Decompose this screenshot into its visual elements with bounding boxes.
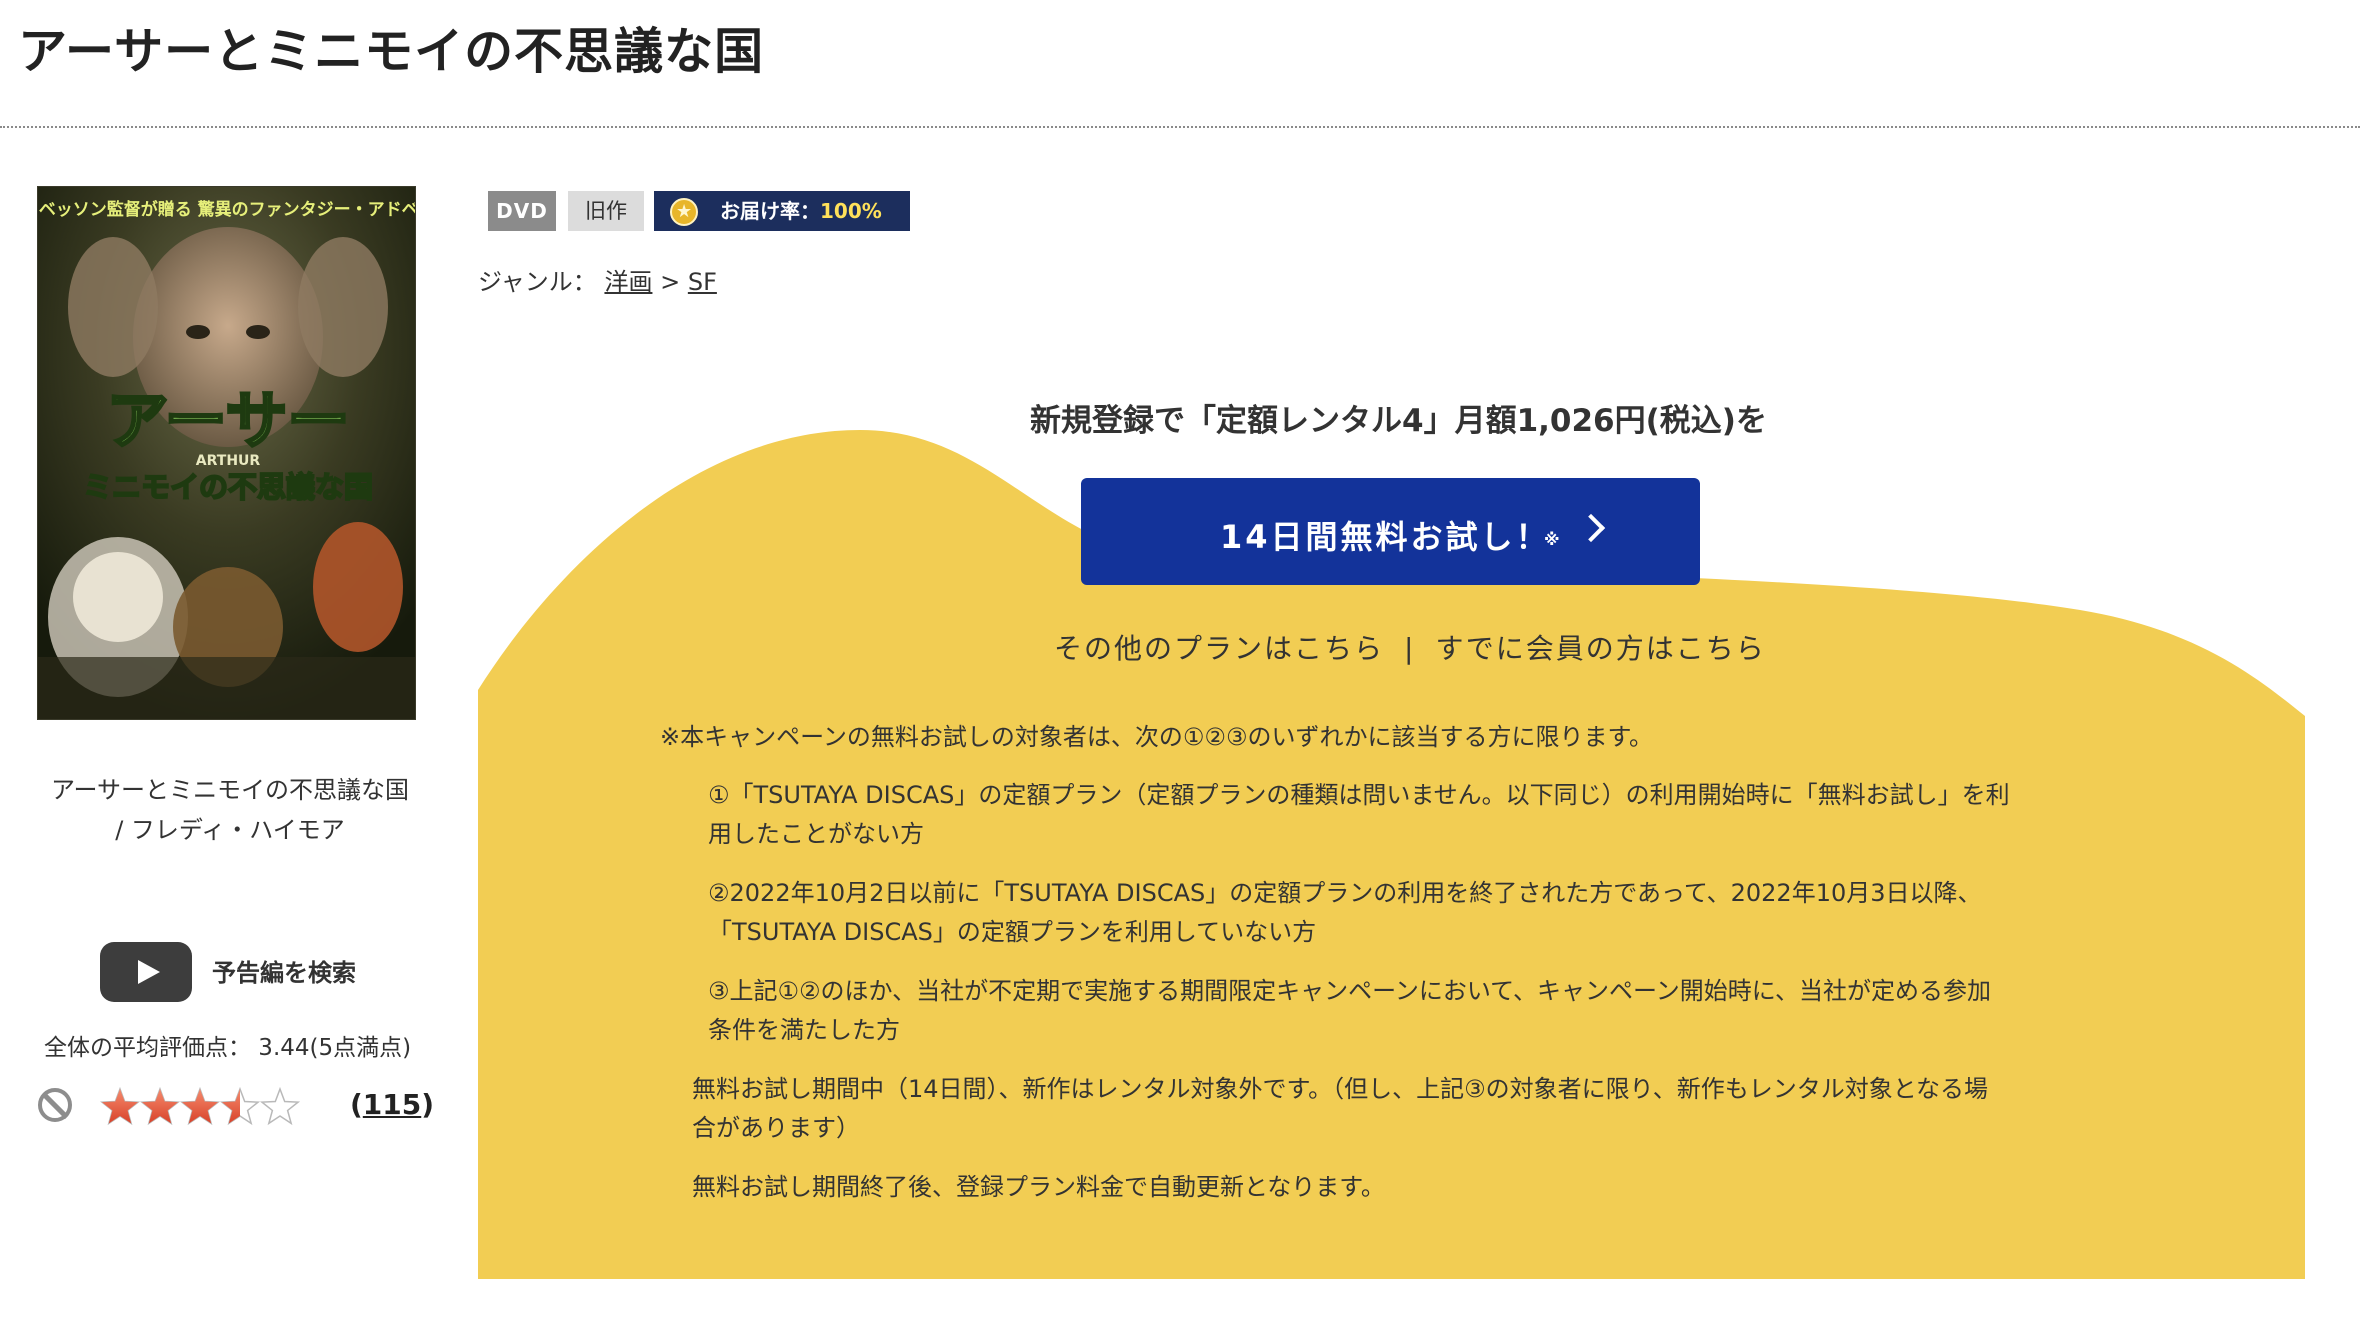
review-count-close: ): [421, 1088, 435, 1121]
page-title: アーサーとミニモイの不思議な国: [18, 23, 765, 80]
genre-link-foreign[interactable]: 洋画: [604, 268, 652, 296]
note-new-release-line2: 合があります）: [692, 1114, 860, 1142]
note-condition-3-line2: 条件を満たした方: [708, 1016, 900, 1044]
note-condition-1-line1: ①「TSUTAYA DISCAS」の定額プラン（定額プランの種類は問いません。以…: [708, 781, 2010, 809]
plan-links: その他のプランはこちら | すでに会員の方はこちら: [1054, 627, 1766, 667]
title-divider: [0, 126, 2360, 128]
format-badge: DVD: [488, 191, 556, 231]
trailer-search-link[interactable]: 予告編を検索: [212, 953, 356, 988]
review-count[interactable]: (115): [350, 1088, 434, 1121]
review-count-open: (: [350, 1088, 363, 1121]
free-trial-label: 14日間無料お試し！: [1220, 518, 1551, 556]
not-interested-icon[interactable]: [38, 1088, 72, 1122]
chevron-right-icon: [1576, 513, 1606, 543]
free-trial-button[interactable]: 14日間無料お試し！ ※: [1081, 478, 1700, 585]
free-trial-note-mark: ※: [1544, 530, 1563, 549]
promo-lead-text: 新規登録で「定額レンタル4」月額1,026円(税込)を: [1030, 403, 1767, 439]
note-new-release-line1: 無料お試し期間中（14日間）、新作はレンタル対象外です。（但し、上記③の対象者に…: [692, 1075, 1988, 1103]
poster-tagline: リュック・ベッソン監督が贈る 驚異のファンタジー・アドベンチャー!!: [38, 199, 416, 220]
review-count-link[interactable]: 115: [363, 1088, 421, 1121]
caption-title: アーサーとミニモイの不思議な国: [50, 776, 410, 804]
star-outline: [259, 1086, 301, 1126]
star-filled: [141, 1089, 179, 1124]
medal-icon: [670, 192, 698, 232]
member-login-link[interactable]: すでに会員の方はこちら: [1435, 632, 1765, 665]
note-condition-3-line1: ③上記①②のほか、当社が不定期で実施する期間限定キャンペーンにおいて、キャンペー…: [708, 977, 1992, 1005]
genre-link-sf[interactable]: SF: [688, 268, 717, 296]
trailer-play-button[interactable]: [100, 942, 192, 1002]
star-filled: [181, 1089, 219, 1124]
delivery-label: お届け率：: [720, 199, 820, 223]
release-type-badge: 旧作: [568, 191, 644, 231]
poster-logo-sub: ミニモイの不思議な国: [83, 470, 373, 504]
poster-logo-main: アーサー: [106, 384, 349, 457]
note-condition-2-line1: ②2022年10月2日以前に「TSUTAYA DISCAS」の定額プランの利用を…: [708, 879, 1982, 907]
genre-label: ジャンル：: [478, 268, 597, 296]
caption-cast: / フレディ・ハイモア: [115, 816, 345, 844]
dvd-cover-image[interactable]: リュック・ベッソン監督が贈る 驚異のファンタジー・アドベンチャー!! アーサー …: [37, 186, 416, 720]
star-filled: [101, 1089, 139, 1124]
average-rating-text: 全体の平均評価点： 3.44(5点満点): [44, 1035, 412, 1061]
svg-text:リュック・ベッソン監督が贈る 驚異のファンタジー・アドベンチ: リュック・ベッソン監督が贈る 驚異のファンタジー・アドベンチャー!!: [38, 199, 416, 220]
other-plans-link[interactable]: その他のプランはこちら: [1054, 632, 1384, 665]
note-auto-renew: 無料お試し期間終了後、登録プラン料金で自動更新となります。: [692, 1173, 1385, 1201]
poster-logo-en: ARTHUR: [196, 453, 261, 469]
note-condition-1-line2: 用したことがない方: [708, 820, 924, 848]
delivery-rate-badge: お届け率：100%: [654, 191, 910, 232]
notes-intro: ※本キャンペーンの無料お試しの対象者は、次の①②③のいずれかに該当する方に限りま…: [660, 723, 1654, 751]
link-separator: |: [1404, 632, 1416, 665]
star-rating: [100, 1086, 301, 1126]
note-condition-2-line2: 「TSUTAYA DISCAS」の定額プランを利用していない方: [708, 918, 1317, 946]
title-caption: アーサーとミニモイの不思議な国 / フレディ・ハイモア: [0, 770, 460, 850]
genre-separator: >: [660, 268, 681, 296]
genre-breadcrumb: ジャンル： 洋画 > SF: [478, 262, 717, 297]
delivery-rate-value: 100%: [820, 199, 882, 223]
